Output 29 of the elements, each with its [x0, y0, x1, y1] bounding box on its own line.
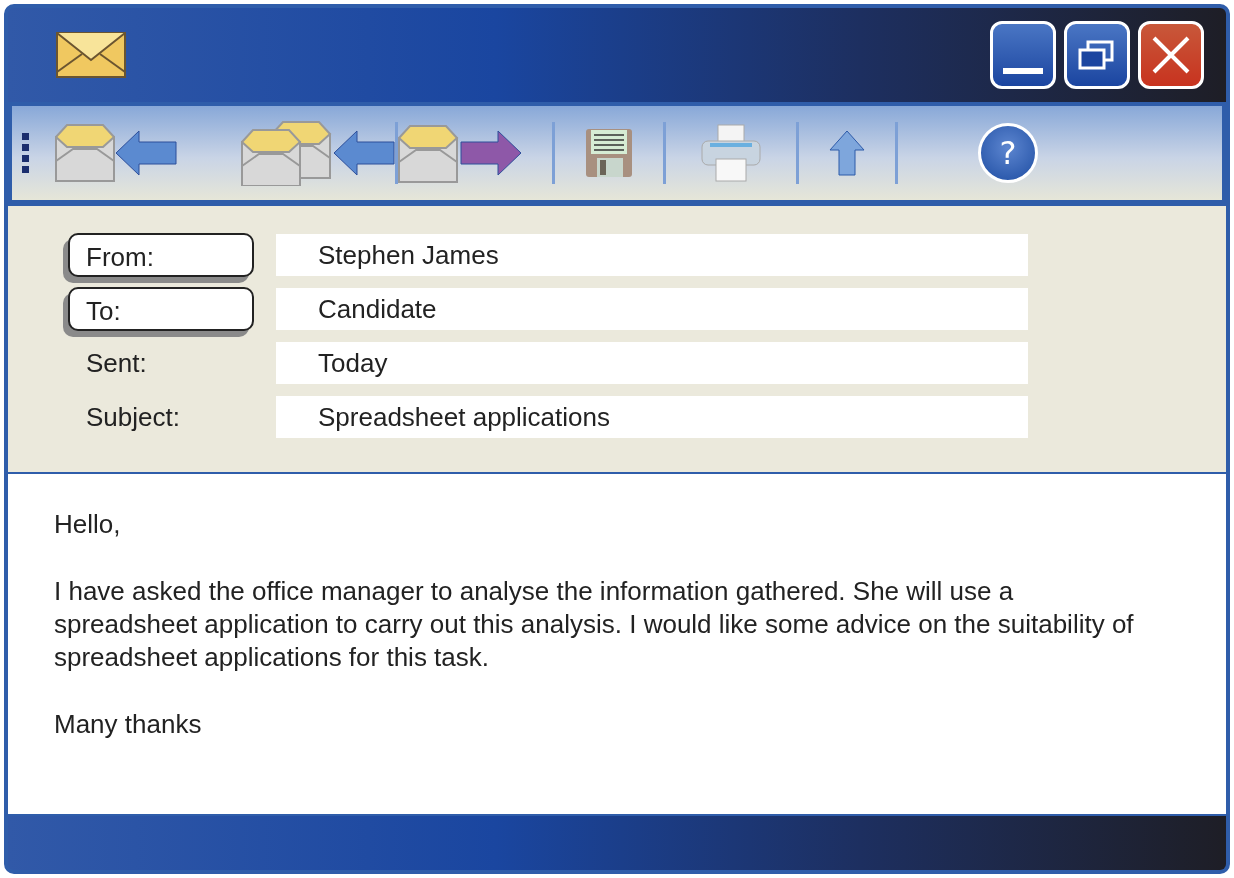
field-value: Spreadsheet applications — [276, 396, 1028, 438]
forward-button[interactable] — [398, 122, 522, 184]
envelopes-icon — [241, 120, 333, 186]
right-arrow-icon — [460, 130, 522, 176]
field-value: Today — [276, 342, 1028, 384]
field-label: Sent: — [85, 347, 148, 379]
message-paragraph: I have asked the office manager to analyse the information gathered. She will use a spreadsheet application to carry out this analysis. I would like some advice on the suitability of spreadsheet applications for this task. — [54, 575, 1135, 674]
reply-all-button[interactable] — [241, 120, 395, 186]
field-value: Candidate — [276, 288, 1028, 330]
message-paragraph: Many thanks — [54, 708, 203, 741]
envelope-icon — [55, 123, 115, 183]
left-arrow-icon — [115, 130, 177, 176]
envelope-icon — [398, 122, 460, 184]
close-icon — [1150, 34, 1192, 76]
up-arrow-icon — [829, 130, 865, 176]
toolbar-grip-icon[interactable] — [22, 133, 29, 173]
message-paragraph: Hello, — [54, 508, 122, 541]
minimize-button[interactable] — [990, 21, 1056, 89]
close-button[interactable] — [1138, 21, 1204, 89]
minimize-icon — [1003, 68, 1043, 74]
up-arrow-button[interactable] — [829, 130, 865, 176]
help-button[interactable]: ? — [978, 123, 1038, 183]
envelope-icon — [56, 32, 126, 78]
save-button[interactable] — [585, 128, 633, 178]
restore-button[interactable] — [1064, 21, 1130, 89]
field-label: Subject: — [85, 401, 181, 433]
reply-button[interactable] — [55, 123, 177, 183]
field-value: Stephen James — [276, 234, 1028, 276]
left-arrow-icon — [333, 130, 395, 176]
